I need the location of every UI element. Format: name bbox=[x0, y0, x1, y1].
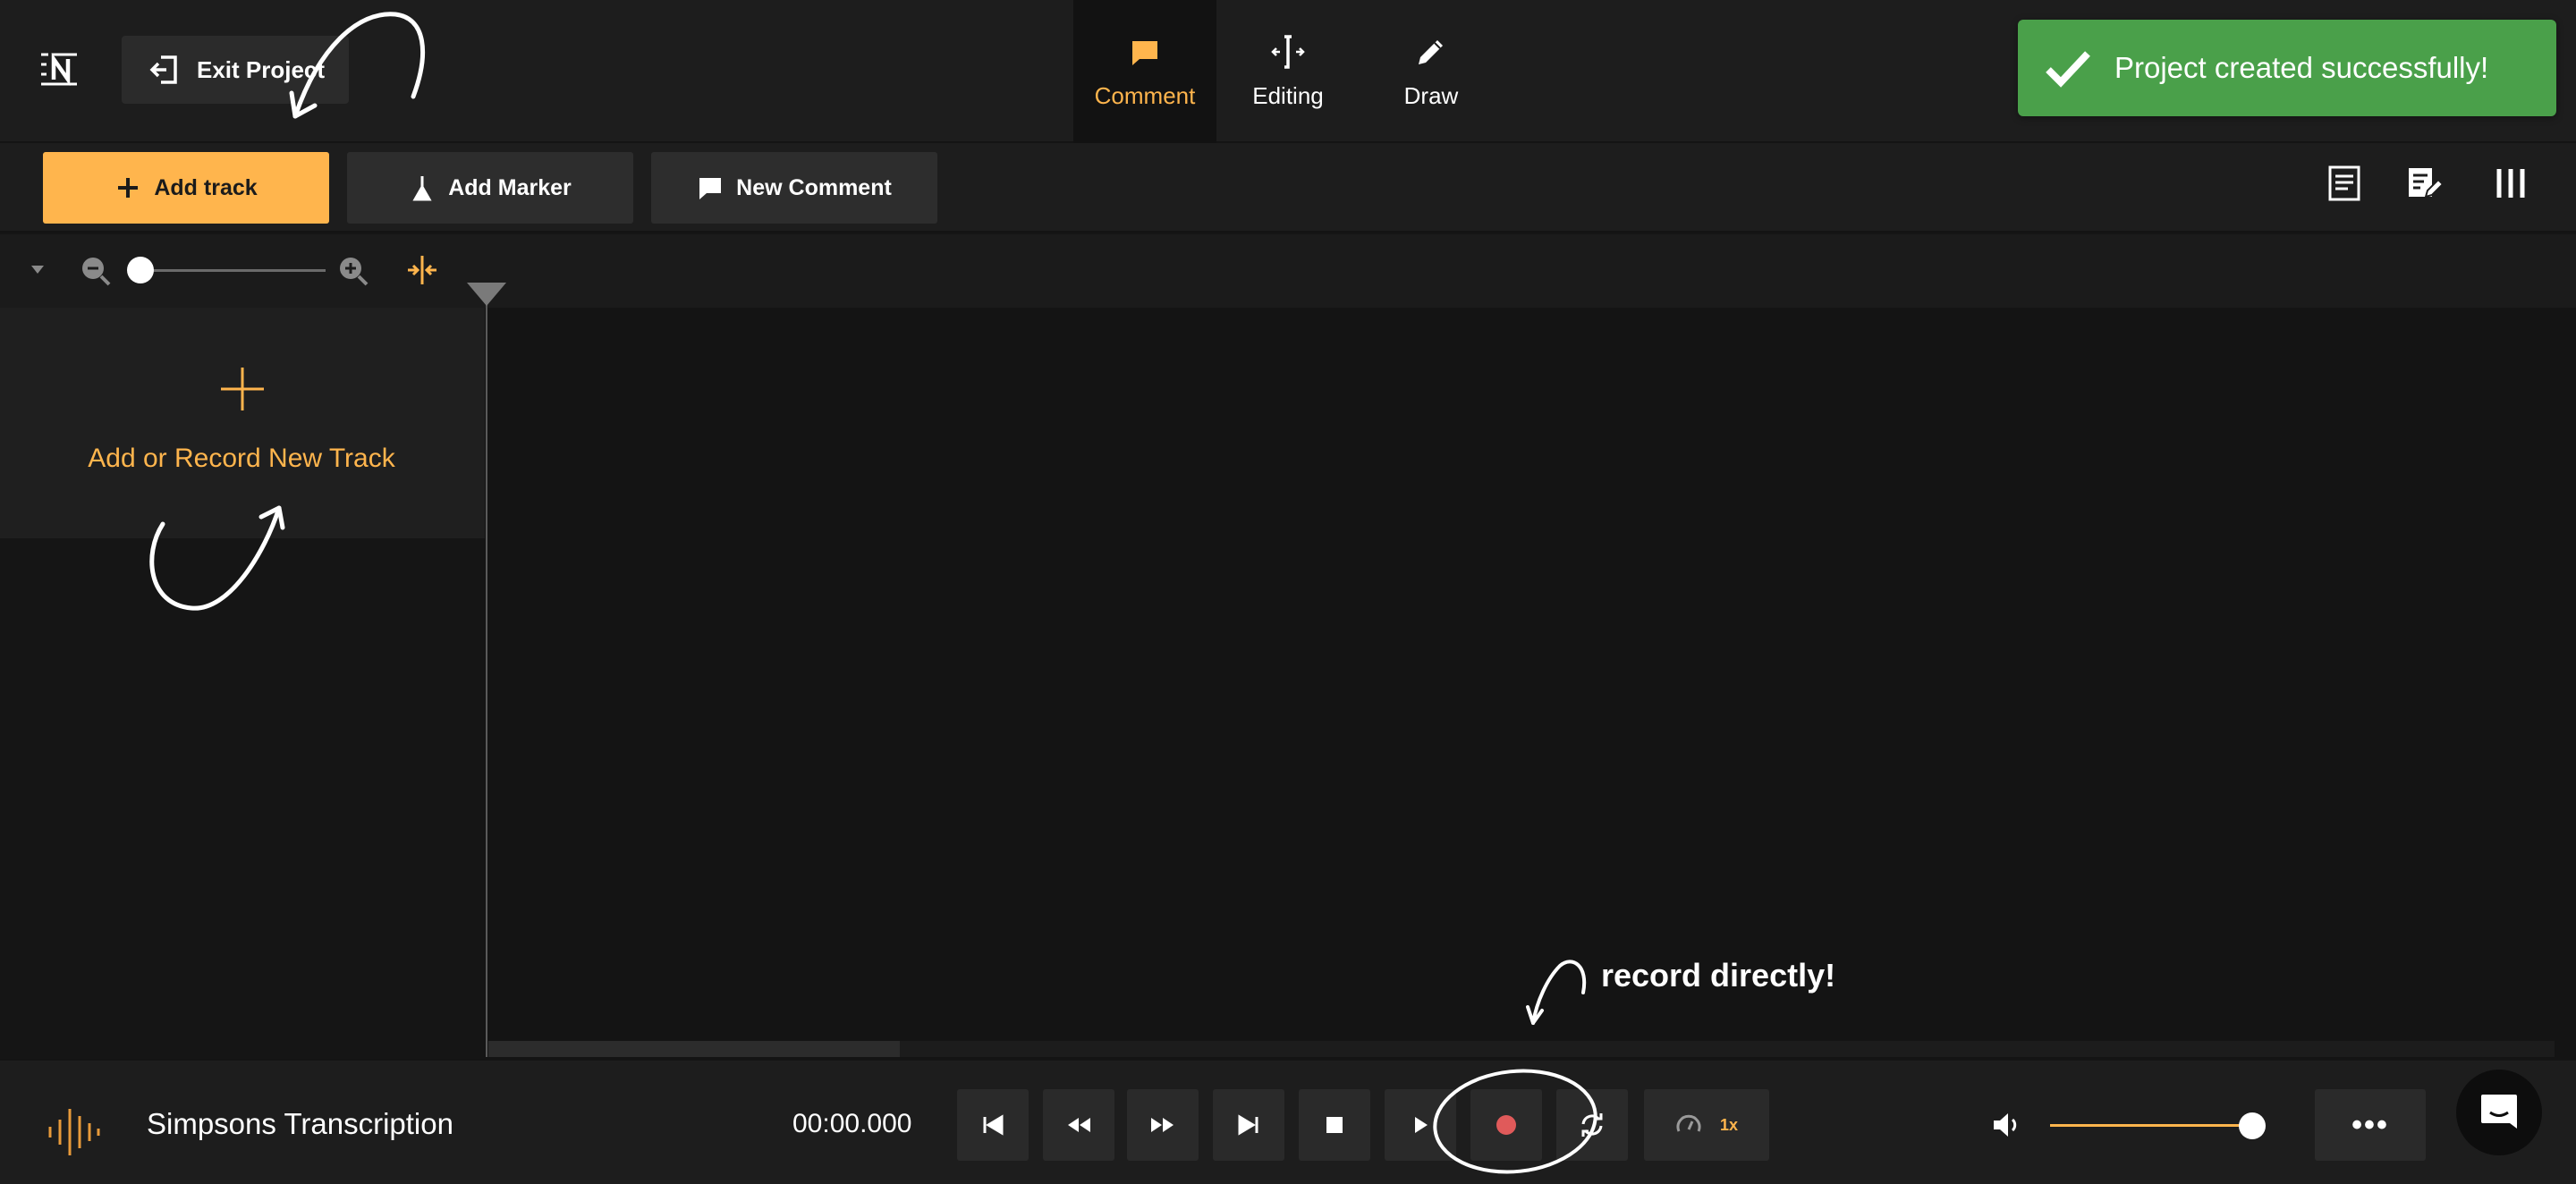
comment-icon bbox=[699, 178, 722, 199]
dropdown-caret-icon[interactable] bbox=[29, 263, 47, 275]
split-icon bbox=[1271, 34, 1305, 69]
add-track-text: Add or Record New Track bbox=[88, 444, 395, 473]
rewind-icon bbox=[1068, 1118, 1090, 1132]
new-comment-button[interactable]: New Comment bbox=[651, 152, 937, 224]
columns-button[interactable] bbox=[2492, 165, 2529, 211]
speedometer-icon bbox=[1676, 1114, 1701, 1132]
skip-to-end-button[interactable] bbox=[1213, 1089, 1284, 1161]
zoom-row bbox=[0, 234, 2576, 308]
n-logo-icon[interactable] bbox=[41, 52, 77, 88]
zoom-in-icon[interactable] bbox=[336, 254, 370, 288]
timecode: 00:00.000 bbox=[792, 1109, 912, 1138]
project-name: Simpsons Transcription bbox=[147, 1107, 453, 1140]
plus-icon bbox=[221, 368, 264, 410]
toast-message: Project created successfully! bbox=[2114, 51, 2489, 84]
mode-tabs: Comment Editing Draw bbox=[1073, 0, 1503, 143]
tab-draw-label: Draw bbox=[1403, 81, 1459, 109]
tab-draw[interactable]: Draw bbox=[1360, 0, 1503, 143]
edit-notes-button[interactable] bbox=[2406, 165, 2445, 211]
columns-icon bbox=[2496, 169, 2525, 198]
fit-timeline-icon[interactable] bbox=[406, 254, 438, 286]
tab-editing-label: Editing bbox=[1252, 81, 1324, 109]
add-marker-label: Add Marker bbox=[448, 174, 572, 200]
fast-forward-icon bbox=[1151, 1118, 1174, 1132]
ellipsis-icon: ••• bbox=[2351, 1107, 2389, 1142]
tab-comment-label: Comment bbox=[1094, 81, 1196, 109]
timeline-area[interactable] bbox=[485, 308, 2576, 1059]
horizontal-scrollbar-thumb[interactable] bbox=[488, 1041, 900, 1057]
loop-icon bbox=[1581, 1113, 1603, 1137]
new-comment-label: New Comment bbox=[736, 174, 892, 200]
rewind-button[interactable] bbox=[1043, 1089, 1114, 1161]
record-annotation-text: record directly! bbox=[1601, 957, 1836, 994]
playhead-handle[interactable] bbox=[467, 283, 506, 306]
record-button[interactable] bbox=[1470, 1089, 1542, 1161]
tab-comment[interactable]: Comment bbox=[1073, 0, 1216, 143]
chat-icon bbox=[2481, 1095, 2517, 1129]
skip-to-start-button[interactable] bbox=[957, 1089, 1029, 1161]
add-track-label: Add track bbox=[154, 174, 258, 200]
volume-slider-thumb[interactable] bbox=[2239, 1112, 2266, 1139]
add-new-track-card[interactable]: Add or Record New Track bbox=[0, 308, 485, 538]
toolbar: Add track Add Marker New Comment bbox=[0, 143, 2576, 233]
play-button[interactable] bbox=[1385, 1089, 1456, 1161]
stop-icon bbox=[1326, 1117, 1343, 1133]
transcript-button[interactable] bbox=[2326, 165, 2363, 211]
playback-speed-button[interactable]: 1x bbox=[1644, 1089, 1769, 1161]
pencil-icon bbox=[1419, 39, 1443, 64]
exit-icon bbox=[149, 55, 177, 84]
volume-icon[interactable] bbox=[1991, 1111, 2023, 1139]
exit-project-button[interactable]: Exit Project bbox=[122, 36, 349, 104]
checkmark-icon bbox=[2046, 51, 2090, 88]
tab-editing[interactable]: Editing bbox=[1216, 0, 1360, 143]
edit-notes-icon bbox=[2409, 168, 2445, 199]
track-panel: Add or Record New Track bbox=[0, 308, 485, 1184]
play-icon bbox=[1415, 1117, 1428, 1133]
loop-button[interactable] bbox=[1556, 1089, 1628, 1161]
volume-slider[interactable] bbox=[2050, 1124, 2254, 1127]
zoom-slider[interactable] bbox=[134, 269, 326, 272]
more-options-button[interactable]: ••• bbox=[2315, 1089, 2426, 1161]
record-icon bbox=[1496, 1115, 1516, 1135]
playhead[interactable] bbox=[486, 295, 487, 1057]
exit-project-label: Exit Project bbox=[197, 55, 326, 83]
playback-speed-value: 1x bbox=[1719, 1115, 1739, 1134]
chat-support-button[interactable] bbox=[2456, 1070, 2542, 1155]
plus-icon bbox=[118, 178, 139, 198]
fast-forward-button[interactable] bbox=[1127, 1089, 1199, 1161]
stop-button[interactable] bbox=[1299, 1089, 1370, 1161]
skip-back-icon bbox=[983, 1114, 1004, 1136]
add-marker-button[interactable]: Add Marker bbox=[347, 152, 633, 224]
zoom-out-icon[interactable] bbox=[79, 254, 113, 288]
success-toast[interactable]: Project created successfully! bbox=[2018, 20, 2556, 116]
transcript-icon bbox=[2328, 165, 2360, 201]
zoom-slider-thumb[interactable] bbox=[127, 257, 154, 283]
waveform-icon bbox=[48, 1109, 100, 1155]
skip-forward-icon bbox=[1238, 1114, 1258, 1136]
marker-icon bbox=[412, 176, 432, 201]
add-track-button[interactable]: Add track bbox=[43, 152, 329, 224]
comment-icon bbox=[1132, 40, 1157, 65]
